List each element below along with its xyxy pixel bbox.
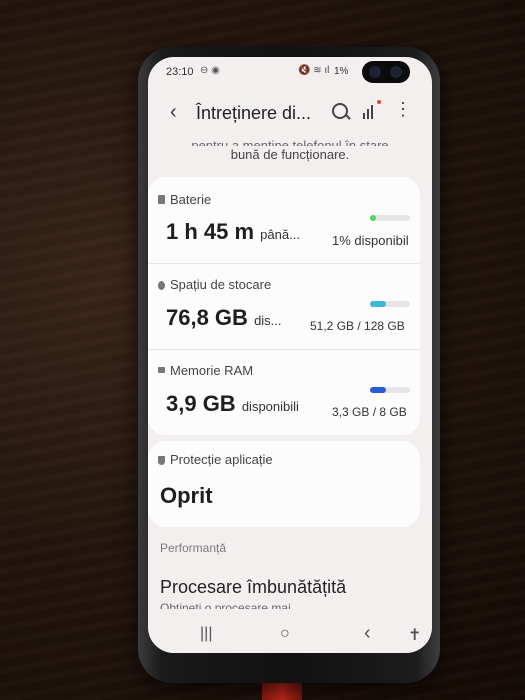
storage-detail: 51,2 GB / 128 GB	[310, 319, 405, 333]
phone-screen: 23:10 ⊖ ◉ 🔇 ≋ ıl 1% ‹ Întreținere di... …	[148, 57, 432, 653]
shield-icon	[158, 456, 165, 465]
notification-icons: ⊖ ◉	[200, 65, 220, 76]
storage-suffix: dis...	[254, 313, 282, 328]
intro-line-2: bună de funcționare.	[230, 147, 350, 162]
search-icon[interactable]	[332, 103, 348, 119]
bar-chart-icon[interactable]	[363, 103, 379, 119]
battery-bar-fill	[370, 215, 376, 221]
storage-bar	[370, 301, 410, 307]
ram-bar	[370, 387, 410, 393]
battery-detail: 1% disponibil	[332, 233, 409, 248]
divider	[148, 263, 420, 264]
chevron-left-icon[interactable]: ‹	[170, 101, 177, 124]
accessibility-icon[interactable]: ✝	[408, 625, 421, 645]
status-card: Baterie 1 h 45 m până... 1% disponibil S…	[148, 177, 420, 435]
battery-percent: 1%	[334, 66, 349, 77]
battery-icon	[158, 195, 165, 204]
ram-detail: 3,3 GB / 8 GB	[332, 405, 407, 419]
battery-value: 1 h 45 m până...	[166, 219, 300, 244]
battery-bar	[370, 215, 410, 221]
intro-text: pentru a menține telefonul în stare bună…	[148, 137, 432, 163]
ram-suffix: disponibili	[241, 399, 299, 414]
storage-value: 76,8 GB dis...	[166, 305, 282, 330]
back-button[interactable]: ‹	[364, 622, 371, 645]
ram-value: 3,9 GB disponibili	[166, 391, 299, 416]
storage-label: Spațiu de stocare	[170, 277, 272, 292]
ram-bar-fill	[370, 387, 386, 393]
notification-dot	[377, 100, 381, 104]
memory-chip-icon	[158, 367, 165, 373]
app-protection-label: Protecție aplicație	[170, 452, 273, 467]
home-button[interactable]: ○	[280, 625, 290, 643]
section-header-performance: Performanță	[160, 541, 227, 555]
intro-line-1: pentru a menține telefonul în stare	[191, 138, 389, 146]
ram-label: Memorie RAM	[170, 363, 254, 378]
enhanced-processing-title[interactable]: Procesare îmbunătățită	[160, 577, 346, 598]
battery-suffix: până...	[260, 227, 300, 242]
enhanced-processing-subtitle: Obțineți o procesare mai	[160, 601, 291, 609]
recents-button[interactable]: |||	[200, 625, 212, 643]
storage-icon	[158, 281, 165, 290]
status-time: 23:10	[166, 66, 194, 78]
app-protection-value: Oprit	[160, 483, 213, 508]
battery-label: Baterie	[170, 192, 212, 207]
divider	[148, 349, 420, 350]
more-vertical-icon[interactable]: ⋮	[394, 100, 412, 118]
navigation-bar: ||| ○ ‹ ✝	[148, 619, 432, 653]
app-bar: ‹ Întreținere di... ⋮	[148, 97, 432, 131]
app-protection-card[interactable]: Protecție aplicație Oprit	[148, 441, 420, 527]
page-title: Întreținere di...	[196, 103, 312, 123]
camera-cutout	[362, 61, 410, 83]
mute-wifi-signal-icons: 🔇 ≋ ıl	[298, 65, 330, 76]
status-bar: 23:10 ⊖ ◉ 🔇 ≋ ıl 1%	[148, 57, 432, 85]
storage-bar-fill	[370, 301, 386, 307]
